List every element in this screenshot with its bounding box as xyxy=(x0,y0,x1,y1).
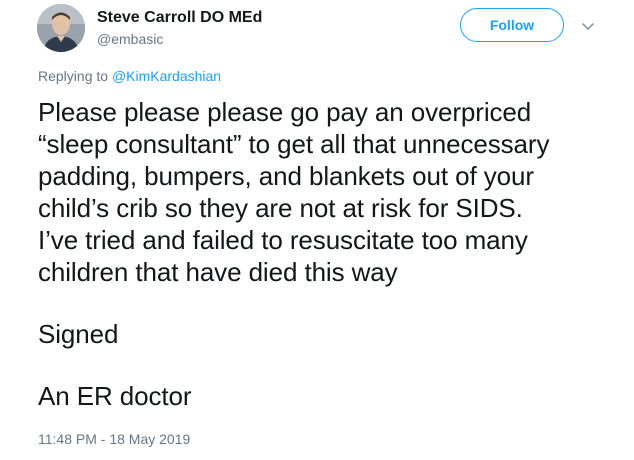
chevron-down-icon xyxy=(582,23,594,30)
replying-to-label: Replying to xyxy=(38,68,109,84)
replying-to: Replying to @KimKardashian xyxy=(38,67,221,85)
user-photo-icon xyxy=(37,4,85,52)
follow-button[interactable]: Follow xyxy=(460,8,564,42)
tweet-text: Please please please go pay an overprice… xyxy=(38,96,628,412)
tweet-paragraph: Please please please go pay an overprice… xyxy=(38,97,550,287)
timestamp-link[interactable]: 11:48 PM - 18 May 2019 xyxy=(38,430,190,448)
display-name[interactable]: Steve Carroll DO MEd xyxy=(97,9,262,27)
tweet-paragraph: An ER doctor xyxy=(38,381,192,411)
more-menu-button[interactable] xyxy=(578,16,598,36)
tweet-card: Steve Carroll DO MEd @embasic Follow Rep… xyxy=(0,0,634,460)
author-block: Steve Carroll DO MEd @embasic xyxy=(97,9,262,47)
tweet-paragraph: Signed xyxy=(38,319,119,349)
username[interactable]: @embasic xyxy=(97,31,262,47)
mention-link[interactable]: @KimKardashian xyxy=(112,68,221,84)
avatar[interactable] xyxy=(37,4,85,52)
